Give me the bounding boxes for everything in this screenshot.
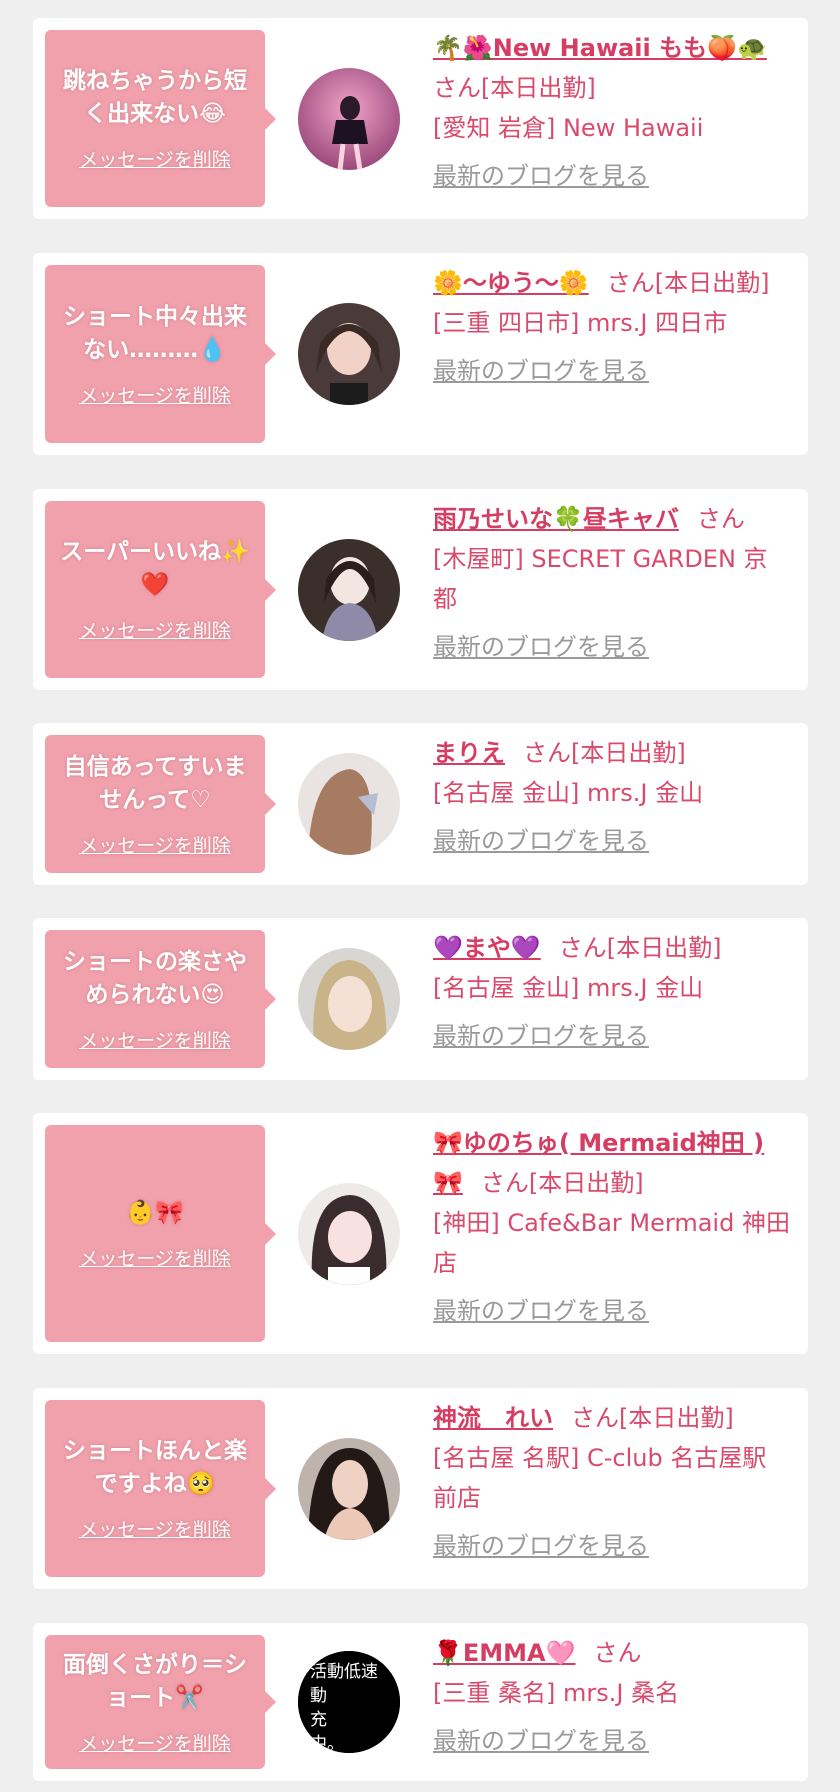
message-bubble: ショートの楽さやめられない😍 メッセージを削除 — [45, 930, 276, 1068]
list-item: ショートの楽さやめられない😍 メッセージを削除 💜まや💜 さん[本日出勤] [名古… — [33, 918, 808, 1080]
delete-message-link[interactable]: メッセージを削除 — [79, 145, 231, 172]
cast-name-link[interactable]: まりえ — [433, 739, 505, 767]
message-bubble: スーパーいいね✨❤️ メッセージを削除 — [45, 501, 276, 678]
blog-link[interactable]: 最新のブログを見る — [433, 821, 649, 861]
list-item: 自信あってすいませんって♡ メッセージを削除 まりえ さん[本日出勤] [名古屋 … — [33, 723, 808, 885]
cast-status: さん[本日出勤] — [571, 1404, 734, 1432]
message-text: 面倒くさがり＝ショート✂️ — [63, 1651, 247, 1711]
blog-link[interactable]: 最新のブログを見る — [433, 627, 649, 667]
list-item: ショートほんと楽ですよね🥺 メッセージを削除 神流 れい さん[本日出勤] [名古… — [33, 1388, 808, 1589]
avatar[interactable] — [298, 1183, 400, 1285]
shop-name: [神田] Cafe&Bar Mermaid 神田店 — [433, 1209, 790, 1277]
message-text: 跳ねちゃうから短く出来ない😂 — [63, 68, 247, 127]
list-item: 跳ねちゃうから短く出来ない😂 メッセージを削除 🌴🌺New Hawaii もも🍑… — [33, 18, 808, 219]
favorite-list: 跳ねちゃうから短く出来ない😂 メッセージを削除 🌴🌺New Hawaii もも🍑… — [0, 0, 840, 1792]
delete-message-link[interactable]: メッセージを削除 — [79, 616, 231, 643]
cast-info: まりえ さん[本日出勤] [名古屋 金山] mrs.J 金山 最新のブログを見る — [433, 733, 790, 861]
cast-status: さん — [593, 1639, 642, 1667]
svg-text:動: 動 — [310, 1686, 327, 1706]
cast-status: さん[本日出勤] — [558, 934, 722, 962]
avatar[interactable]: 活動低速動充中。 — [298, 1651, 400, 1753]
cast-status: さん[本日出勤] — [480, 1169, 644, 1197]
cast-name-link[interactable]: 💜まや💜 — [433, 934, 541, 962]
cast-info: 🌼～ゆう～🌼 さん[本日出勤] [三重 四日市] mrs.J 四日市 最新のブログ… — [433, 263, 790, 391]
delete-message-link[interactable]: メッセージを削除 — [79, 1729, 231, 1756]
cast-info: 神流 れい さん[本日出勤] [名古屋 名駅] C-club 名古屋駅前店 最新の… — [433, 1398, 790, 1566]
avatar[interactable] — [298, 68, 400, 170]
cast-name-link[interactable]: 🌴🌺New Hawaii もも🍑🐢 — [433, 34, 767, 62]
message-bubble: 面倒くさがり＝ショート✂️ メッセージを削除 — [45, 1635, 276, 1769]
svg-text:活動低速: 活動低速 — [310, 1662, 378, 1682]
cast-status: さん — [696, 505, 745, 533]
shop-name: [愛知 岩倉] New Hawaii — [433, 114, 704, 142]
shop-name: [三重 桑名] mrs.J 桑名 — [433, 1679, 680, 1707]
avatar[interactable] — [298, 303, 400, 405]
blog-link[interactable]: 最新のブログを見る — [433, 1721, 649, 1761]
shop-name: [名古屋 金山] mrs.J 金山 — [433, 779, 704, 807]
cast-info: 🎀ゆのちゅ( Mermaid神田 )🎀 さん[本日出勤] [神田] Cafe&Ba… — [433, 1123, 790, 1331]
blog-link[interactable]: 最新のブログを見る — [433, 1291, 649, 1331]
delete-message-link[interactable]: メッセージを削除 — [79, 1244, 231, 1271]
message-text: ショートほんと楽ですよね🥺 — [63, 1438, 247, 1497]
list-item: 面倒くさがり＝ショート✂️ メッセージを削除 活動低速動充中。 🌹EMMA🩷 さん… — [33, 1623, 808, 1781]
message-text: 👶🎀 — [126, 1199, 184, 1226]
avatar[interactable] — [298, 948, 400, 1050]
shop-name: [名古屋 金山] mrs.J 金山 — [433, 974, 704, 1002]
cast-info: 🌴🌺New Hawaii もも🍑🐢 さん[本日出勤] [愛知 岩倉] New H… — [433, 28, 790, 196]
message-text: ショートの楽さやめられない😍 — [63, 948, 247, 1008]
cast-info: 🌹EMMA🩷 さん [三重 桑名] mrs.J 桑名 最新のブログを見る — [433, 1633, 790, 1761]
message-bubble: 自信あってすいませんって♡ メッセージを削除 — [45, 735, 276, 873]
message-bubble: ショート中々出来ない………💧 メッセージを削除 — [45, 265, 276, 443]
message-text: ショート中々出来ない………💧 — [63, 303, 247, 363]
message-text: 自信あってすいませんって♡ — [63, 753, 247, 813]
delete-message-link[interactable]: メッセージを削除 — [79, 381, 231, 408]
shop-name: [三重 四日市] mrs.J 四日市 — [433, 309, 728, 337]
shop-name: [名古屋 名駅] C-club 名古屋駅前店 — [433, 1444, 767, 1512]
cast-name-link[interactable]: 🌼～ゆう～🌼 — [433, 269, 589, 297]
message-text: スーパーいいね✨❤️ — [60, 539, 250, 598]
cast-status: さん[本日出勤] — [433, 74, 596, 102]
list-item: ショート中々出来ない………💧 メッセージを削除 🌼～ゆう～🌼 さん[本日出勤] [… — [33, 253, 808, 455]
cast-info: 雨乃せいな🍀昼キャバ さん [木屋町] SECRET GARDEN 京都 最新のブ… — [433, 499, 790, 667]
delete-message-link[interactable]: メッセージを削除 — [79, 831, 231, 858]
blog-link[interactable]: 最新のブログを見る — [433, 1526, 649, 1566]
list-item: 👶🎀 メッセージを削除 🎀ゆのちゅ( Mermaid神田 )🎀 さん[本日出勤] … — [33, 1113, 808, 1354]
cast-status: さん[本日出勤] — [606, 269, 770, 297]
cast-status: さん[本日出勤] — [523, 739, 686, 767]
cast-name-link[interactable]: 🌹EMMA🩷 — [433, 1639, 576, 1667]
cast-name-link[interactable]: 雨乃せいな🍀昼キャバ — [433, 505, 679, 533]
avatar[interactable] — [298, 1438, 400, 1540]
shop-name: [木屋町] SECRET GARDEN 京都 — [433, 545, 768, 613]
message-bubble: 👶🎀 メッセージを削除 — [45, 1125, 276, 1342]
cast-name-link[interactable]: 神流 れい — [433, 1404, 553, 1432]
cast-info: 💜まや💜 さん[本日出勤] [名古屋 金山] mrs.J 金山 最新のブログを見る — [433, 928, 790, 1056]
message-bubble: ショートほんと楽ですよね🥺 メッセージを削除 — [45, 1400, 276, 1577]
avatar[interactable] — [298, 539, 400, 641]
list-item: スーパーいいね✨❤️ メッセージを削除 雨乃せいな🍀昼キャバ さん [木屋町] S… — [33, 489, 808, 690]
blog-link[interactable]: 最新のブログを見る — [433, 156, 649, 196]
message-bubble: 跳ねちゃうから短く出来ない😂 メッセージを削除 — [45, 30, 276, 207]
blog-link[interactable]: 最新のブログを見る — [433, 351, 649, 391]
svg-text:中。: 中。 — [310, 1734, 344, 1753]
delete-message-link[interactable]: メッセージを削除 — [79, 1515, 231, 1542]
svg-text:充: 充 — [310, 1710, 327, 1730]
delete-message-link[interactable]: メッセージを削除 — [79, 1026, 231, 1053]
avatar[interactable] — [298, 753, 400, 855]
blog-link[interactable]: 最新のブログを見る — [433, 1016, 649, 1056]
